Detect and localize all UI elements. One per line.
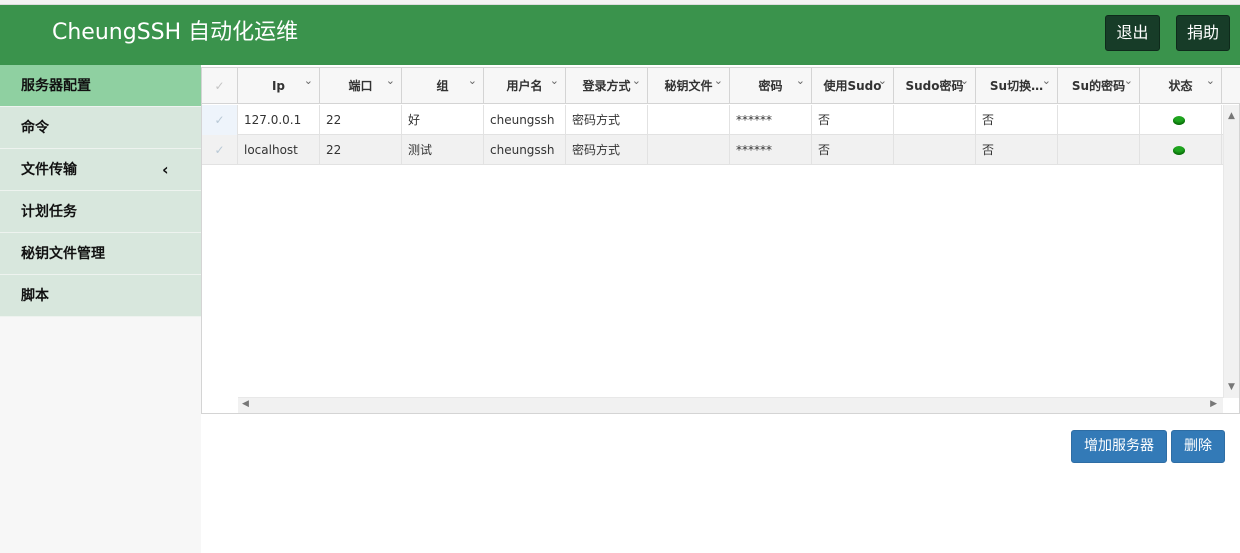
cell-su-password xyxy=(1058,135,1140,165)
sort-chevron-icon: ⌄ xyxy=(1205,74,1215,87)
sidebar-item-file-transfer[interactable]: 文件传输 ‹ xyxy=(0,149,201,191)
logout-button[interactable]: 退出 xyxy=(1105,15,1160,51)
cell-password: ****** xyxy=(730,105,812,135)
cell-port: 22 xyxy=(320,105,402,135)
sort-chevron-icon: ⌄ xyxy=(713,74,723,87)
sort-chevron-icon: ⌄ xyxy=(303,74,313,87)
add-server-button[interactable]: 增加服务器 xyxy=(1071,430,1167,463)
cell-use-sudo: 否 xyxy=(812,105,894,135)
sidebar-item-command[interactable]: 命令 xyxy=(0,107,201,149)
chevron-left-icon: ‹ xyxy=(162,160,169,179)
donate-button[interactable]: 捐助 xyxy=(1176,15,1230,51)
sidebar-item-label: 脚本 xyxy=(21,288,49,304)
app-title: CheungSSH 自动化运维 xyxy=(52,20,299,45)
column-header-password[interactable]: 密码 ⌄ xyxy=(730,68,812,104)
sidebar-item-scheduled-tasks[interactable]: 计划任务 xyxy=(0,191,201,233)
sort-chevron-icon: ⌄ xyxy=(467,74,477,87)
sidebar-item-server-config[interactable]: 服务器配置 xyxy=(0,65,201,107)
sort-chevron-icon: ⌄ xyxy=(959,74,969,87)
cell-key-file xyxy=(648,135,730,165)
sidebar-item-label: 计划任务 xyxy=(21,204,77,220)
row-checkbox[interactable]: ✓ xyxy=(202,135,238,165)
cell-ip: 127.0.0.1 xyxy=(238,105,320,135)
column-header-su-password[interactable]: Su的密码 ⌄ xyxy=(1058,68,1140,104)
row-checkbox[interactable]: ✓ xyxy=(202,105,238,135)
sidebar-item-label: 秘钥文件管理 xyxy=(21,246,105,262)
delete-button[interactable]: 删除 xyxy=(1171,430,1225,463)
column-header-ip[interactable]: Ip ⌄ xyxy=(238,68,320,104)
sort-chevron-icon: ⌄ xyxy=(1041,74,1051,87)
cell-port: 22 xyxy=(320,135,402,165)
sidebar-item-label: 文件传输 xyxy=(21,162,77,178)
cell-password: ****** xyxy=(730,135,812,165)
cell-group: 好 xyxy=(402,105,484,135)
cell-login-method: 密码方式 xyxy=(566,135,648,165)
cell-group: 测试 xyxy=(402,135,484,165)
sort-chevron-icon: ⌄ xyxy=(877,74,887,87)
cell-login-method: 密码方式 xyxy=(566,105,648,135)
sort-chevron-icon: ⌄ xyxy=(1123,74,1133,87)
cell-username: cheungssh xyxy=(484,105,566,135)
status-online-icon xyxy=(1173,146,1185,155)
scroll-down-icon[interactable]: ▼ xyxy=(1228,382,1235,392)
vertical-scrollbar[interactable]: ▲ ▼ xyxy=(1223,105,1239,398)
cell-sudo-password xyxy=(894,105,976,135)
cell-status xyxy=(1140,135,1222,165)
sidebar-item-scripts[interactable]: 脚本 xyxy=(0,275,201,317)
sidebar-item-key-files[interactable]: 秘钥文件管理 xyxy=(0,233,201,275)
sidebar-item-label: 命令 xyxy=(21,120,49,136)
status-online-icon xyxy=(1173,116,1185,125)
horizontal-scrollbar[interactable]: ◀ ▶ xyxy=(238,397,1223,413)
sort-chevron-icon: ⌄ xyxy=(385,74,395,87)
cell-status xyxy=(1140,105,1222,135)
sidebar: 服务器配置 命令 文件传输 ‹ 计划任务 秘钥文件管理 脚本 xyxy=(0,65,201,553)
table-row[interactable]: ✓ localhost 22 测试 cheungssh 密码方式 ****** … xyxy=(202,135,1223,165)
app-header: CheungSSH 自动化运维 退出 捐助 xyxy=(0,5,1240,65)
grid-header: ✓ Ip ⌄ 端口 ⌄ 组 ⌄ 用户名 ⌄ 登录方式 ⌄ 秘钥文件 ⌄ 密码 ⌄ 使用Sudo… xyxy=(202,68,1240,104)
cell-ip: localhost xyxy=(238,135,320,165)
sort-chevron-icon: ⌄ xyxy=(795,74,805,87)
column-header-login-method[interactable]: 登录方式 ⌄ xyxy=(566,68,648,104)
cell-su-password xyxy=(1058,105,1140,135)
cell-username: cheungssh xyxy=(484,135,566,165)
sort-chevron-icon: ⌄ xyxy=(631,74,641,87)
scroll-right-icon[interactable]: ▶ xyxy=(1210,399,1217,409)
column-header-port[interactable]: 端口 ⌄ xyxy=(320,68,402,104)
column-header-key-file[interactable]: 秘钥文件 ⌄ xyxy=(648,68,730,104)
column-header-su-switch[interactable]: Su切换… ⌄ xyxy=(976,68,1058,104)
table-row[interactable]: ✓ 127.0.0.1 22 好 cheungssh 密码方式 ****** 否… xyxy=(202,105,1223,135)
select-all-checkbox[interactable]: ✓ xyxy=(202,68,238,104)
column-header-status[interactable]: 状态 ⌄ xyxy=(1140,68,1222,104)
cell-sudo-password xyxy=(894,135,976,165)
sort-chevron-icon: ⌄ xyxy=(549,74,559,87)
cell-su-switch: 否 xyxy=(976,135,1058,165)
cell-use-sudo: 否 xyxy=(812,135,894,165)
sidebar-item-label: 服务器配置 xyxy=(21,78,91,94)
server-grid: ✓ Ip ⌄ 端口 ⌄ 组 ⌄ 用户名 ⌄ 登录方式 ⌄ 秘钥文件 ⌄ 密码 ⌄ 使用Sudo… xyxy=(201,67,1240,414)
cell-key-file xyxy=(648,105,730,135)
column-header-use-sudo[interactable]: 使用Sudo ⌄ xyxy=(812,68,894,104)
scroll-left-icon[interactable]: ◀ xyxy=(242,399,249,409)
scroll-up-icon[interactable]: ▲ xyxy=(1228,111,1235,121)
cell-su-switch: 否 xyxy=(976,105,1058,135)
column-header-sudo-password[interactable]: Sudo密码 ⌄ xyxy=(894,68,976,104)
column-header-username[interactable]: 用户名 ⌄ xyxy=(484,68,566,104)
column-header-group[interactable]: 组 ⌄ xyxy=(402,68,484,104)
